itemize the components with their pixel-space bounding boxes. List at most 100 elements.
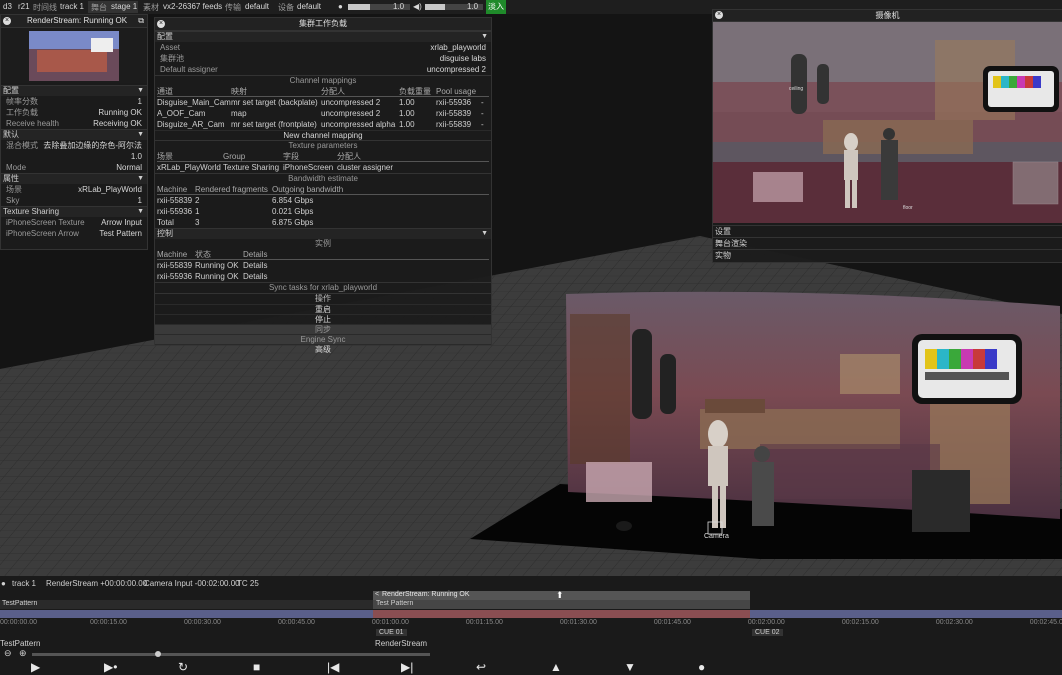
texture-value[interactable]: Arrow Input <box>101 217 142 228</box>
collapse-icon[interactable]: ▼ <box>481 229 488 239</box>
instance-row[interactable]: rxii-55936 Running OK Details <box>155 271 491 282</box>
play-icon[interactable]: ▶ <box>31 660 40 674</box>
zoom-in-icon[interactable]: ⊕ <box>19 648 27 659</box>
new-channel-mapping-button[interactable]: New channel mapping <box>155 130 491 140</box>
popout-icon[interactable]: ⧉ <box>138 15 144 27</box>
default-row[interactable]: Mode Normal <box>1 162 147 173</box>
attribute-row[interactable]: 场景 xRLab_PlayWorld <box>1 184 147 195</box>
layer-testpattern-right[interactable]: Test Pattern <box>373 600 750 609</box>
cue-02[interactable]: CUE 02 <box>752 629 783 636</box>
bandwidth-row[interactable]: rxii-55839 2 6.854 Gbps <box>155 195 491 206</box>
workload-value[interactable]: disguise labs <box>440 53 486 64</box>
default-value[interactable]: 1.0 <box>131 151 142 162</box>
operation-button[interactable]: 重启 <box>155 304 491 314</box>
camera-section-row[interactable]: 舞台渲染 <box>713 237 1062 249</box>
workload-row[interactable]: 集群池 disguise labs <box>155 53 491 64</box>
attribute-value[interactable]: 1 <box>138 195 142 206</box>
texture-param-cell[interactable]: Texture Sharing <box>223 162 279 173</box>
collapse-icon[interactable]: ▼ <box>137 207 144 217</box>
operation-button[interactable]: 停止 <box>155 314 491 324</box>
volume-slider-fill[interactable] <box>425 4 445 10</box>
channel-mapping-row[interactable]: A_OOF_Cam map uncompressed 2 1.00 rxii-55839… <box>155 108 491 119</box>
triangle-up-icon[interactable]: ▲ <box>550 660 562 674</box>
scrollbar-handle[interactable] <box>155 651 161 657</box>
timeline-track[interactable]: track 1 <box>12 579 36 588</box>
texture-sharing-section[interactable]: Texture Sharing ▼ <box>1 206 147 217</box>
config-section[interactable]: 配置 ▼ <box>155 31 491 42</box>
texture-param-cell[interactable]: iPhoneScreen <box>283 162 333 173</box>
bandwidth-row[interactable]: Total 3 6.875 Gbps <box>155 217 491 228</box>
operation-button[interactable]: 同步 <box>155 324 491 334</box>
previous-icon[interactable]: |◀ <box>327 660 339 674</box>
next-icon[interactable]: ▶| <box>401 660 413 674</box>
config-row[interactable]: 工作负载 Running OK <box>1 107 147 118</box>
texture-param-row[interactable]: xRLab_PlayWorld Texture Sharing iPhoneScre… <box>155 162 491 173</box>
stage-selector[interactable]: stage 1 <box>111 2 137 11</box>
track-segment[interactable] <box>750 610 1062 618</box>
bandwidth-row[interactable]: rxii-55936 1 0.021 Gbps <box>155 206 491 217</box>
track-segment[interactable] <box>373 610 750 618</box>
collapse-icon[interactable]: ▼ <box>137 174 144 184</box>
triangle-down-icon[interactable]: ▼ <box>624 660 636 674</box>
default-row[interactable]: 1.0 <box>1 151 147 162</box>
attribute-row[interactable]: Sky 1 <box>1 195 147 206</box>
fade-in-button[interactable]: 淡入 <box>486 0 506 14</box>
default-section[interactable]: 默认 ▼ <box>1 129 147 140</box>
workload-row[interactable]: Asset xrlab_playworld <box>155 42 491 53</box>
workload-value[interactable]: xrlab_playworld <box>430 42 486 53</box>
config-value[interactable]: 1 <box>138 96 142 107</box>
info-icon[interactable]: ● <box>1 579 6 588</box>
record-icon[interactable]: ● <box>698 660 705 674</box>
close-icon[interactable]: × <box>157 20 165 28</box>
channel-mapping-row[interactable]: Disguize_AR_Cam mr set target (frontplate… <box>155 119 491 130</box>
config-value[interactable]: Running OK <box>98 107 142 118</box>
texture-row[interactable]: iPhoneScreen Texture Arrow Input <box>1 217 147 228</box>
camera-section-row[interactable]: 设置 <box>713 225 1062 237</box>
close-icon[interactable]: × <box>715 11 723 19</box>
instance-row[interactable]: rxii-55839 Running OK Details <box>155 260 491 271</box>
default-row[interactable]: 混合模式 去除叠加边缘的杂色-阿尔法 <box>1 140 147 151</box>
brightness-slider-fill[interactable] <box>348 4 370 10</box>
layer-testpattern-left[interactable]: TestPattern <box>0 600 373 609</box>
texture-param-cell[interactable]: xRLab_PlayWorld <box>157 162 221 173</box>
collapse-icon[interactable]: ▼ <box>137 130 144 140</box>
control-section[interactable]: 控制 ▼ <box>155 228 491 239</box>
collapse-icon[interactable]: ▼ <box>137 86 144 96</box>
track-selector[interactable]: track 1 <box>60 2 84 11</box>
texture-row[interactable]: iPhoneScreen Arrow Test Pattern <box>1 228 147 239</box>
texture-value[interactable]: Test Pattern <box>99 228 142 239</box>
default-value[interactable]: Normal <box>116 162 142 173</box>
stop-icon[interactable]: ■ <box>253 660 260 674</box>
config-row[interactable]: 帧率分数 1 <box>1 96 147 107</box>
play-to-end-icon[interactable]: ▶• <box>104 660 117 674</box>
renderstream-status-bar[interactable]: < RenderStream: Running OK ⬆ <box>373 590 750 600</box>
collapse-icon[interactable]: ▼ <box>481 32 488 42</box>
device-selector[interactable]: default <box>297 2 321 11</box>
zoom-out-icon[interactable]: ⊖ <box>4 648 12 659</box>
track-segment[interactable] <box>0 610 373 618</box>
attributes-section[interactable]: 属性 ▼ <box>1 173 147 184</box>
workload-value[interactable]: uncompressed 2 <box>427 64 486 75</box>
feeds-selector[interactable]: vx2-26367 feeds <box>163 2 222 11</box>
texture-param-cell[interactable]: cluster assigner <box>337 162 393 173</box>
config-value[interactable]: Receiving OK <box>93 118 142 129</box>
chevron-left-icon[interactable]: < <box>375 591 379 598</box>
attribute-value[interactable]: xRLab_PlayWorld <box>78 184 142 195</box>
config-row[interactable]: Receive health Receiving OK <box>1 118 147 129</box>
app-logo[interactable]: d3 <box>3 2 12 11</box>
channel-mapping-row[interactable]: Disguise_Main_Cam mr set target (backplat… <box>155 97 491 108</box>
loop-icon[interactable]: ↻ <box>178 660 188 674</box>
cue-01[interactable]: CUE 01 <box>376 629 407 636</box>
config-section[interactable]: 配置 ▼ <box>1 85 147 96</box>
workload-row[interactable]: Default assigner uncompressed 2 <box>155 64 491 75</box>
camera-preview[interactable]: floor ceiling <box>713 22 1062 223</box>
close-icon[interactable]: × <box>3 17 11 25</box>
time-ruler[interactable]: 00:00:00.00 00:00:15.00 00:00:30.00 00:00:4… <box>0 618 1062 628</box>
operation-button[interactable]: 高级 <box>155 344 491 354</box>
timeline-scrollbar[interactable] <box>32 653 430 656</box>
default-value[interactable]: 去除叠加边缘的杂色-阿尔法 <box>43 140 142 151</box>
operation-button[interactable]: Engine Sync <box>155 334 491 344</box>
camera-section-row[interactable]: 实物 <box>713 249 1062 261</box>
transport-selector[interactable]: default <box>245 2 269 11</box>
return-icon[interactable]: ↩ <box>476 660 486 674</box>
